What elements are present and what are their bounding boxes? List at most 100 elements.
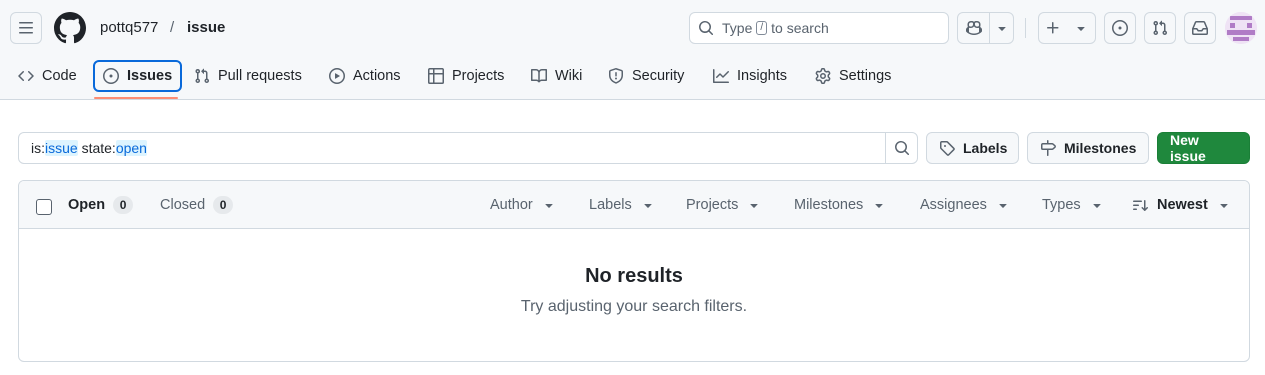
filter-query[interactable]: is:issue state:open xyxy=(19,140,885,156)
labels-filter-dropdown[interactable]: Labels xyxy=(589,196,656,214)
tab-label: Projects xyxy=(452,68,505,84)
tab-settings[interactable]: Settings xyxy=(807,61,899,91)
table-icon xyxy=(428,68,444,84)
filter-qualifier-value: open xyxy=(115,140,147,156)
triangle-down-icon xyxy=(1073,20,1089,36)
copilot-button[interactable] xyxy=(958,13,989,43)
issue-list-header: Open 0 Closed 0 Author Labels Projects M… xyxy=(19,181,1249,229)
dropdown-label: Milestones xyxy=(794,197,864,213)
open-menu-button[interactable] xyxy=(10,12,42,44)
tab-wiki[interactable]: Wiki xyxy=(523,61,590,91)
triangle-down-icon xyxy=(541,197,557,213)
labels-button[interactable]: Labels xyxy=(926,132,1019,164)
plus-icon xyxy=(1045,20,1061,36)
your-pull-requests-button[interactable] xyxy=(1144,12,1176,44)
copilot-menu-button[interactable] xyxy=(989,13,1013,43)
triangle-down-icon xyxy=(746,197,762,213)
triangle-down-icon xyxy=(995,197,1011,213)
play-icon xyxy=(329,68,345,84)
select-all-checkbox[interactable] xyxy=(36,199,52,215)
triangle-down-icon xyxy=(994,20,1010,36)
empty-state-subtitle: Try adjusting your search filters. xyxy=(520,298,748,315)
filter-qualifier-key: state: xyxy=(81,140,116,156)
search-icon xyxy=(698,20,714,36)
graph-icon xyxy=(713,68,729,84)
milestones-filter-dropdown[interactable]: Milestones xyxy=(794,196,887,214)
gear-icon xyxy=(815,68,831,84)
triangle-down-icon xyxy=(640,197,656,213)
issue-opened-icon xyxy=(1112,20,1128,36)
tab-label: Settings xyxy=(839,68,892,84)
tab-label: Actions xyxy=(353,68,401,84)
filter-qualifier-key: is: xyxy=(31,140,45,156)
open-issues-tab[interactable]: Open 0 xyxy=(68,195,134,215)
empty-state-title: No results xyxy=(585,265,683,287)
dropdown-label: Author xyxy=(490,197,533,213)
copilot-button-group xyxy=(957,12,1014,44)
milestones-button-label: Milestones xyxy=(1064,140,1137,156)
issue-filter-input[interactable]: is:issue state:open xyxy=(18,132,918,164)
closed-issues-tab[interactable]: Closed 0 xyxy=(160,195,234,215)
open-label: Open xyxy=(68,197,106,213)
tab-label: Issues xyxy=(127,68,173,84)
tab-label: Pull requests xyxy=(218,68,302,84)
code-icon xyxy=(18,68,34,84)
dropdown-label: Projects xyxy=(686,197,739,213)
tab-label: Code xyxy=(42,68,77,84)
labels-button-label: Labels xyxy=(963,140,1008,156)
tab-projects[interactable]: Projects xyxy=(420,61,512,91)
header-divider xyxy=(1025,18,1026,38)
github-logo-icon[interactable] xyxy=(54,12,86,44)
milestone-icon xyxy=(1040,140,1056,156)
triangle-down-icon xyxy=(871,197,887,213)
tab-label: Insights xyxy=(737,68,787,84)
types-filter-dropdown[interactable]: Types xyxy=(1042,196,1105,214)
filter-search-button[interactable] xyxy=(885,133,917,163)
search-shortcut-key: / xyxy=(756,21,768,35)
tab-actions[interactable]: Actions xyxy=(321,61,409,91)
dropdown-label: Assignees xyxy=(920,197,987,213)
user-avatar[interactable] xyxy=(1225,12,1257,44)
active-tab-underline xyxy=(94,97,178,99)
tab-pull-requests[interactable]: Pull requests xyxy=(186,61,310,91)
sort-dropdown[interactable]: Newest xyxy=(1133,196,1232,214)
triangle-down-icon xyxy=(1089,197,1105,213)
tab-security[interactable]: Security xyxy=(600,61,692,91)
dropdown-label: Types xyxy=(1042,197,1081,213)
new-issue-button-label: New issue xyxy=(1170,132,1206,164)
tab-issues[interactable]: Issues xyxy=(93,60,183,92)
tab-label: Wiki xyxy=(555,68,583,84)
assignees-filter-dropdown[interactable]: Assignees xyxy=(920,196,1011,214)
tag-icon xyxy=(939,140,955,156)
sort-label: Newest xyxy=(1157,197,1208,213)
breadcrumb-owner-link[interactable]: pottq577 xyxy=(100,18,158,38)
notifications-button[interactable] xyxy=(1184,12,1216,44)
projects-filter-dropdown[interactable]: Projects xyxy=(686,196,762,214)
git-pull-request-icon xyxy=(1152,20,1168,36)
book-icon xyxy=(531,68,547,84)
global-search-input[interactable]: Type / to search xyxy=(689,12,949,44)
closed-count-badge: 0 xyxy=(213,196,234,214)
create-new-button[interactable] xyxy=(1038,12,1096,44)
issue-opened-icon xyxy=(103,68,119,84)
copilot-icon xyxy=(965,20,982,36)
milestones-button[interactable]: Milestones xyxy=(1027,132,1149,164)
breadcrumb-separator: / xyxy=(170,19,175,36)
tab-insights[interactable]: Insights xyxy=(705,61,795,91)
inbox-icon xyxy=(1192,20,1208,36)
triangle-down-icon xyxy=(1216,197,1232,213)
open-count-badge: 0 xyxy=(113,196,134,214)
breadcrumb-repo-link[interactable]: issue xyxy=(187,18,225,38)
tab-code[interactable]: Code xyxy=(10,61,85,91)
new-issue-button[interactable]: New issue xyxy=(1157,132,1250,164)
dropdown-label: Labels xyxy=(589,197,632,213)
search-placeholder-prefix: Type xyxy=(722,20,753,36)
closed-label: Closed xyxy=(160,197,206,213)
shield-icon xyxy=(608,68,624,84)
tab-label: Security xyxy=(632,68,685,84)
git-pull-request-icon xyxy=(194,68,210,84)
hamburger-icon xyxy=(18,20,34,36)
author-filter-dropdown[interactable]: Author xyxy=(490,196,557,214)
search-icon xyxy=(894,140,910,156)
your-issues-button[interactable] xyxy=(1104,12,1136,44)
